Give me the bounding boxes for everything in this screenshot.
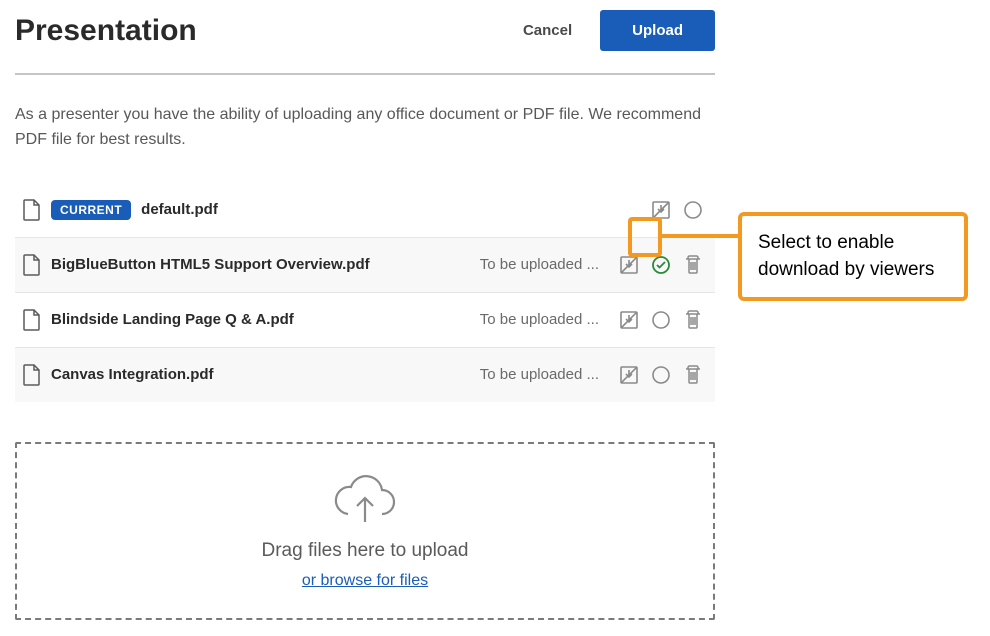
file-name: BigBlueButton HTML5 Support Overview.pdf (51, 256, 470, 273)
trash-icon[interactable] (679, 361, 707, 389)
row-actions (647, 196, 707, 224)
upload-button[interactable]: Upload (600, 10, 715, 51)
current-badge: CURRENT (51, 200, 131, 220)
download-disabled-icon[interactable] (615, 306, 643, 334)
download-disabled-icon[interactable] (615, 361, 643, 389)
trash-icon[interactable] (679, 306, 707, 334)
header-actions: Cancel Upload (505, 10, 715, 51)
file-status: To be uploaded ... (480, 311, 599, 328)
file-icon (23, 199, 41, 221)
file-row: CURRENT default.pdf (15, 183, 715, 238)
dropzone[interactable]: Drag files here to upload or browse for … (15, 442, 715, 620)
description-text: As a presenter you have the ability of u… (15, 103, 715, 153)
browse-files-link[interactable]: or browse for files (302, 572, 428, 590)
circle-icon[interactable] (647, 306, 675, 334)
file-row: Blindside Landing Page Q & A.pdf To be u… (15, 293, 715, 348)
file-name: Canvas Integration.pdf (51, 366, 470, 383)
row-actions (615, 306, 707, 334)
cancel-button[interactable]: Cancel (505, 12, 590, 49)
cloud-upload-icon (330, 474, 400, 530)
trash-icon[interactable] (679, 251, 707, 279)
file-list: CURRENT default.pdf (15, 183, 715, 402)
file-name: Blindside Landing Page Q & A.pdf (51, 311, 470, 328)
file-status: To be uploaded ... (480, 366, 599, 383)
header: Presentation Cancel Upload (15, 10, 715, 75)
file-name: default.pdf (141, 201, 637, 218)
row-actions (615, 361, 707, 389)
circle-icon[interactable] (679, 196, 707, 224)
file-row: BigBlueButton HTML5 Support Overview.pdf… (15, 238, 715, 293)
file-icon (23, 309, 41, 331)
file-row: Canvas Integration.pdf To be uploaded ..… (15, 348, 715, 402)
download-disabled-icon[interactable] (615, 251, 643, 279)
annotation-connector (662, 234, 738, 238)
file-icon (23, 254, 41, 276)
file-icon (23, 364, 41, 386)
file-status: To be uploaded ... (480, 256, 599, 273)
page-title: Presentation (15, 14, 197, 48)
row-actions (615, 251, 707, 279)
circle-icon[interactable] (647, 361, 675, 389)
download-disabled-icon[interactable] (647, 196, 675, 224)
check-circle-icon[interactable] (647, 251, 675, 279)
annotation-callout: Select to enable download by viewers (738, 212, 968, 301)
dropzone-title: Drag files here to upload (261, 540, 468, 562)
